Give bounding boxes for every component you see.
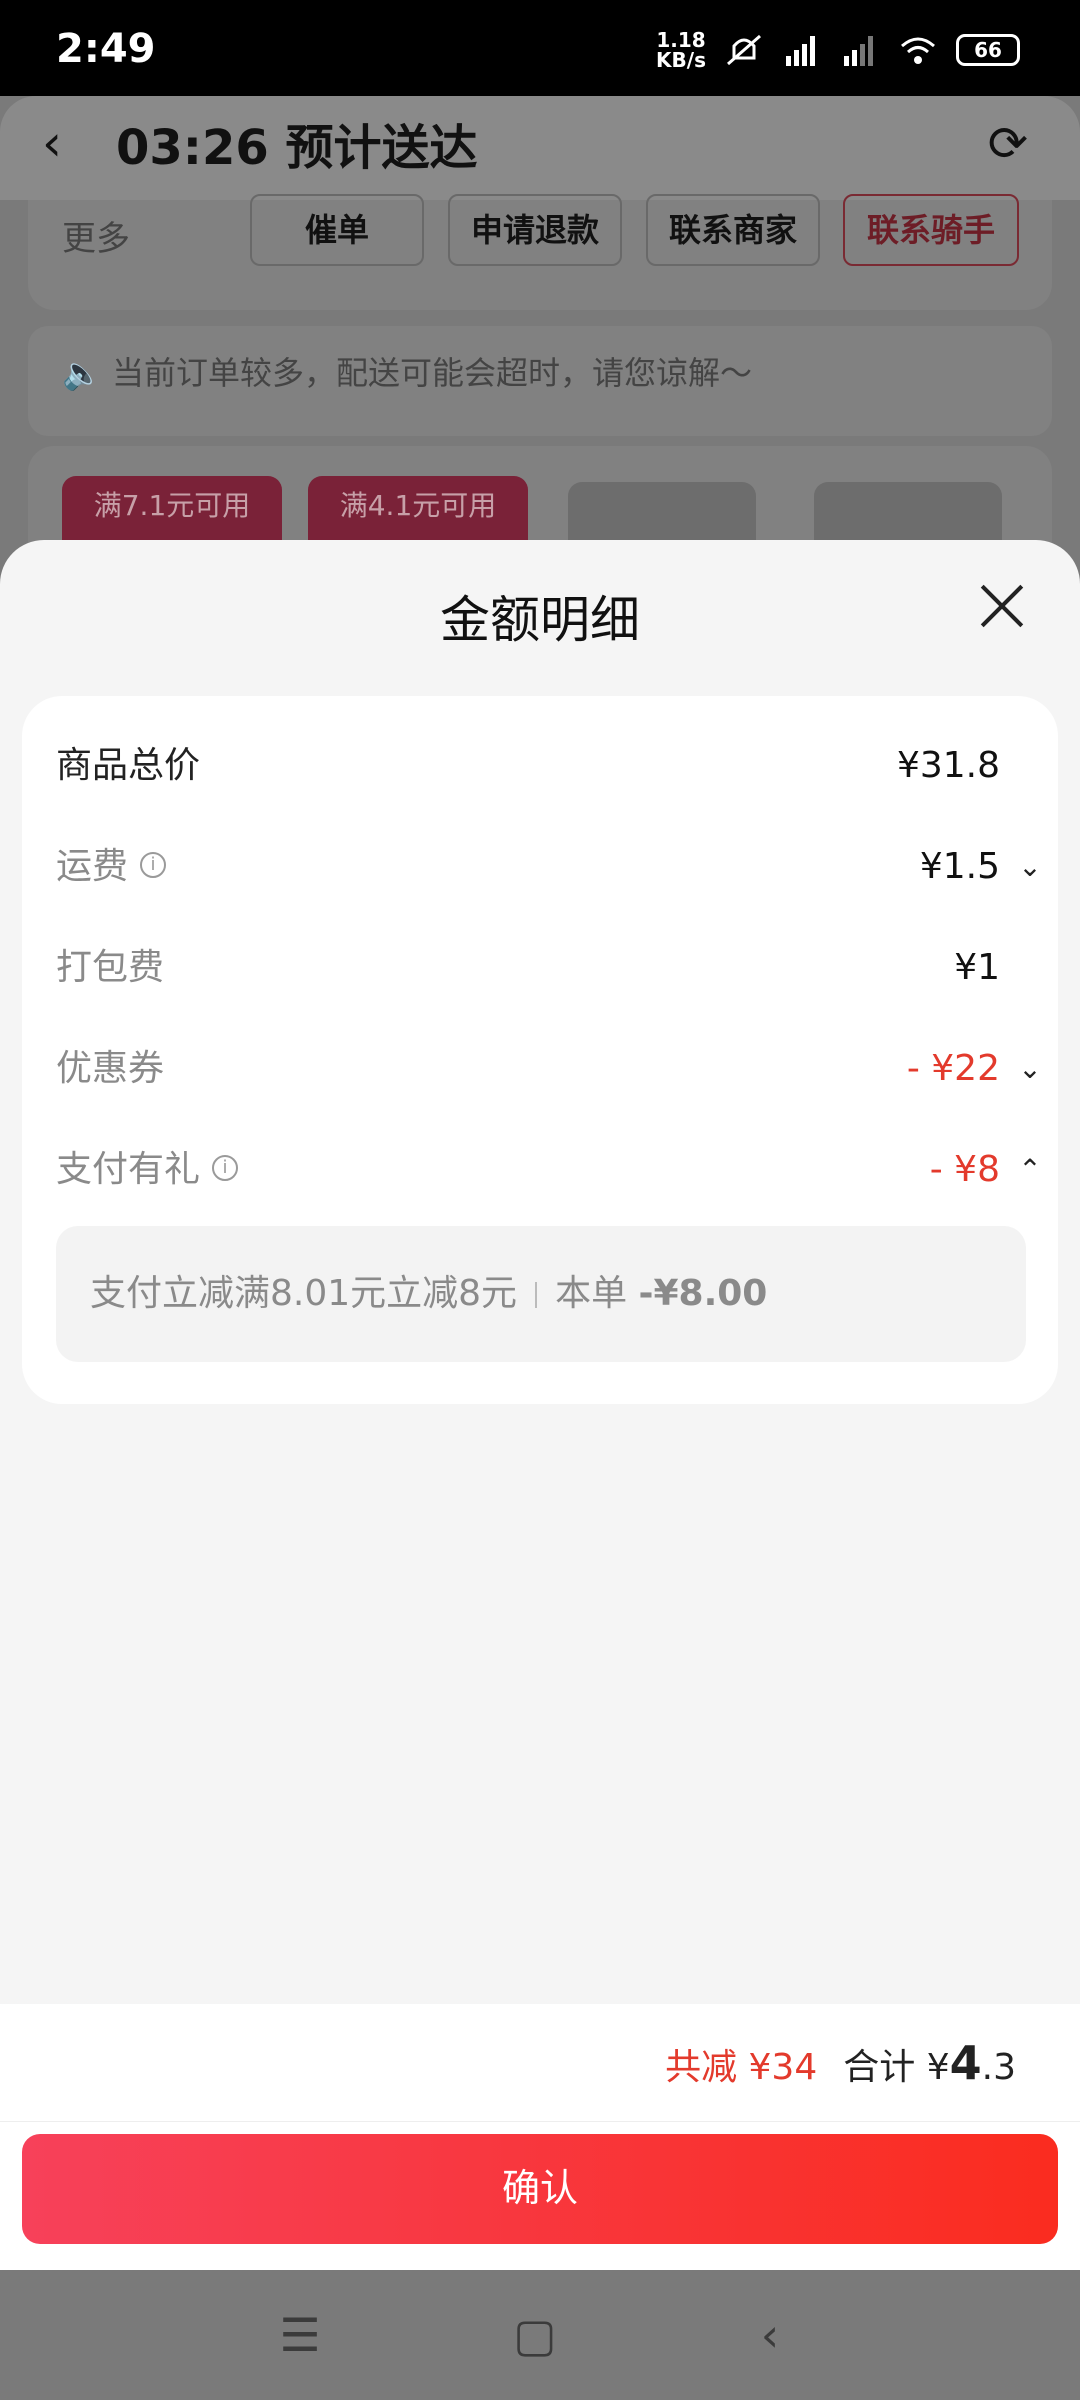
total-decimal: .3 <box>981 2047 1016 2088</box>
menu-icon[interactable]: ☰ <box>275 2310 325 2360</box>
info-icon[interactable]: i <box>140 852 167 878</box>
total-saved: 共减 ¥34 <box>665 2047 817 2088</box>
saved-label: 共减 <box>665 2047 738 2088</box>
amount-detail-sheet: 金额明细 商品总价 ¥31.8 运费 i ¥1.5 ⌄ 打包费 ¥1 优惠券 - … <box>0 540 1080 2270</box>
payment-promo-detail: 支付立减满8.01元立减8元 本单 -¥8.00 <box>56 1226 1026 1362</box>
close-icon[interactable] <box>978 582 1026 630</box>
row-label: 打包费 <box>56 947 165 988</box>
saved-value: ¥34 <box>748 2047 818 2088</box>
row-packing-fee: 打包费 ¥1 <box>56 938 1050 998</box>
contact-merchant-button[interactable]: 联系商家 <box>646 194 820 266</box>
contact-rider-button[interactable]: 联系骑手 <box>843 194 1019 266</box>
row-goods-total: 商品总价 ¥31.8 <box>56 736 1050 796</box>
chevron-down-icon[interactable]: ⌄ <box>1010 1039 1050 1099</box>
more-label: 更多 <box>62 219 130 259</box>
row-delivery-fee[interactable]: 运费 i ¥1.5 ⌄ <box>56 837 1050 897</box>
row-label: 运费 i <box>56 837 167 897</box>
status-time: 2:49 <box>56 26 156 72</box>
row-label: 支付有礼 i <box>56 1140 239 1200</box>
urge-order-button[interactable]: 催单 <box>250 194 424 266</box>
total-summary-bar: 共减 ¥34 合计 ¥4.3 <box>0 2004 1080 2122</box>
total-currency: ¥ <box>926 2047 950 2088</box>
row-label: 商品总价 <box>56 745 201 786</box>
promo-amount: -¥8.00 <box>638 1273 768 1314</box>
payment-gift-label: 支付有礼 <box>56 1149 201 1190</box>
row-value: - ¥22 <box>906 1048 1000 1089</box>
notice-text: 🔈 当前订单较多，配送可能会超时，请您谅解～ <box>62 348 752 394</box>
chevron-up-icon[interactable]: ⌃ <box>1010 1140 1050 1200</box>
speaker-icon: 🔈 <box>62 354 102 392</box>
divider <box>535 1282 538 1308</box>
row-payment-gift[interactable]: 支付有礼 i - ¥8 ⌃ <box>56 1140 1050 1200</box>
signal-icon <box>786 36 815 66</box>
signal-icon-2 <box>844 36 873 66</box>
row-value: - ¥8 <box>929 1149 1000 1190</box>
status-bar: 2:49 1.18 KB/s 66 <box>0 0 1080 100</box>
net-speed-unit: KB/s <box>656 48 706 72</box>
row-value: ¥31.8 <box>896 745 1000 786</box>
sheet-title: 金额明细 <box>440 591 640 649</box>
row-value: ¥1 <box>954 947 1000 988</box>
net-speed: 1.18 KB/s <box>656 30 706 70</box>
delivery-eta-title: 03:26 预计送达 <box>116 120 478 176</box>
promo-scope: 本单 <box>555 1273 628 1314</box>
back-nav-icon[interactable]: ‹ <box>745 2310 795 2360</box>
net-speed-value: 1.18 <box>656 28 706 52</box>
chevron-down-icon[interactable]: ⌄ <box>1010 837 1050 897</box>
promo-description: 支付立减满8.01元立减8元 <box>90 1273 518 1314</box>
system-nav-bar: ☰ ▢ ‹ <box>0 2270 1080 2400</box>
home-icon[interactable]: ▢ <box>510 2310 560 2360</box>
back-icon[interactable]: ‹ <box>42 114 62 172</box>
total-label: 合计 <box>843 2047 916 2088</box>
info-icon[interactable]: i <box>212 1155 239 1181</box>
battery-icon: 66 <box>956 34 1020 66</box>
total-integer: 4 <box>949 2036 982 2090</box>
wifi-icon <box>901 37 935 64</box>
refresh-icon[interactable]: ⟳ <box>988 116 1028 172</box>
row-value: ¥1.5 <box>919 846 1000 887</box>
confirm-button[interactable]: 确认 <box>22 2134 1058 2244</box>
confirm-area: 确认 <box>0 2122 1080 2270</box>
refund-button[interactable]: 申请退款 <box>448 194 622 266</box>
amount-detail-card: 商品总价 ¥31.8 运费 i ¥1.5 ⌄ 打包费 ¥1 优惠券 - ¥22 ⌄… <box>22 696 1058 1404</box>
delivery-fee-label: 运费 <box>56 846 129 887</box>
row-coupon[interactable]: 优惠券 - ¥22 ⌄ <box>56 1039 1050 1099</box>
notice-message: 当前订单较多，配送可能会超时，请您谅解～ <box>112 354 753 392</box>
status-icons: 1.18 KB/s 66 <box>656 30 1020 70</box>
row-label: 优惠券 <box>56 1048 165 1089</box>
total-summary: 共减 ¥34 合计 ¥4.3 <box>665 2004 1016 2127</box>
mute-icon <box>727 34 761 66</box>
promo-text: 支付立减满8.01元立减8元 本单 -¥8.00 <box>90 1226 767 1362</box>
